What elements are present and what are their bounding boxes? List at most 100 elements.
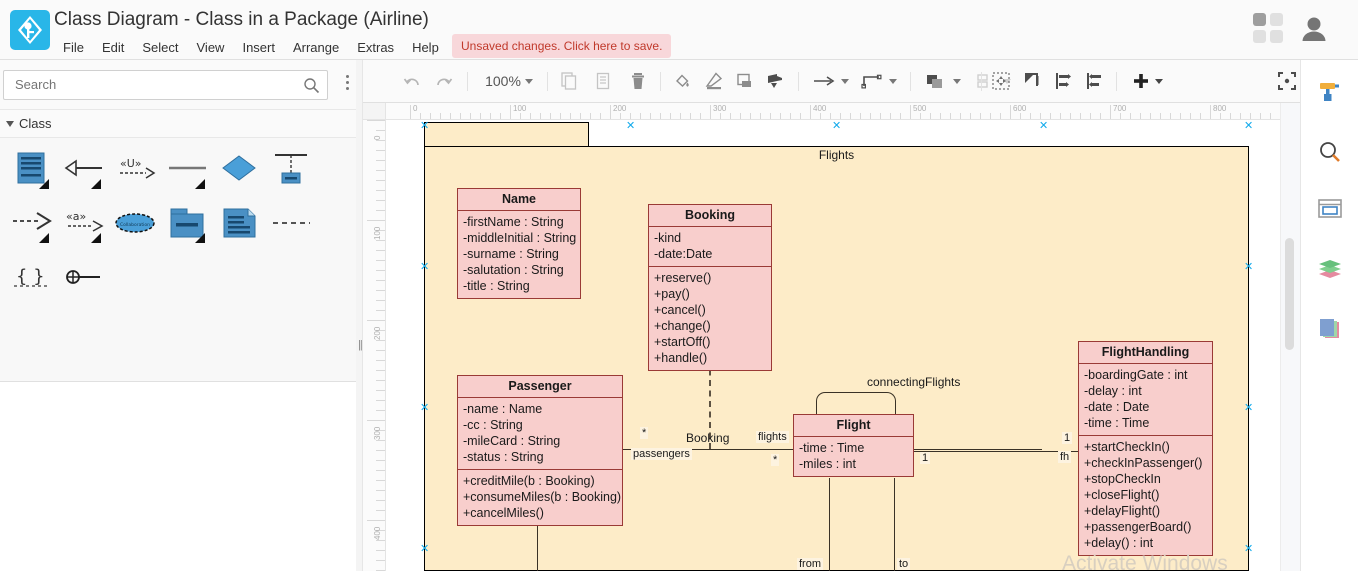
zoom-dropdown[interactable]: 100% (478, 67, 540, 95)
menu-select[interactable]: Select (133, 38, 187, 57)
shape-dashed-line[interactable] (265, 198, 317, 250)
edge-label-to[interactable]: to (897, 558, 911, 570)
toolbar-divider (981, 72, 982, 91)
edge-label-booking[interactable]: Booking (686, 431, 729, 445)
unsaved-changes-badge[interactable]: Unsaved changes. Click here to save. (452, 34, 672, 58)
selection-handle[interactable]: ✕ (1244, 262, 1253, 273)
shape-collaboration[interactable]: Collaboration (109, 198, 161, 250)
selection-handle[interactable]: ✕ (832, 121, 841, 132)
class-title: Name (458, 189, 580, 211)
fullscreen-button[interactable] (1273, 67, 1301, 95)
format-panel-icon[interactable] (1314, 76, 1346, 108)
edge-label-fh[interactable]: fh (1058, 451, 1072, 463)
selection-handle[interactable]: ✕ (626, 121, 635, 132)
class-method: +startCheckIn() (1084, 440, 1170, 454)
panel-splitter[interactable] (356, 60, 363, 571)
package-tab[interactable] (424, 122, 589, 147)
outline-panel-icon[interactable] (1314, 193, 1346, 225)
class-attributes: -kind -date:Date (649, 227, 771, 266)
undo-button[interactable] (398, 67, 426, 95)
shape-class[interactable] (5, 144, 57, 196)
fill-color-button[interactable] (669, 67, 697, 95)
class-title: Flight (794, 415, 913, 437)
class-box-flight[interactable]: Flight -time : Time -miles : int (793, 414, 914, 477)
shape-provided-interface[interactable] (57, 252, 109, 304)
menu-view[interactable]: View (188, 38, 234, 57)
selection-handle[interactable]: ✕ (420, 262, 429, 273)
class-box-passenger[interactable]: Passenger -name : Name -cc : String -mil… (457, 375, 623, 526)
selection-handle[interactable]: ✕ (420, 544, 429, 555)
selection-handle[interactable]: ✕ (1244, 544, 1253, 555)
shape-dependency-arrow[interactable] (5, 198, 57, 250)
to-front-dropdown[interactable] (919, 67, 967, 95)
insert-table-button[interactable] (1018, 67, 1046, 95)
connection-arrow-dropdown[interactable] (807, 67, 855, 95)
shape-section-header-class[interactable]: Class (0, 110, 356, 138)
shape-inheritance-arrow[interactable] (57, 144, 109, 196)
panel-splitter-grip-icon[interactable]: || (358, 339, 363, 351)
search-icon[interactable] (303, 77, 320, 94)
chevron-down-icon (889, 78, 897, 84)
class-box-name[interactable]: Name -firstName : String -middleInitial … (457, 188, 581, 299)
edge-label-connecting-flights[interactable]: connectingFlights (867, 375, 960, 389)
shape-association-line[interactable] (161, 144, 213, 196)
menu-extras[interactable]: Extras (348, 38, 403, 57)
selection-handle[interactable]: ✕ (1039, 121, 1048, 132)
shape-use-stereotype[interactable]: «U» (109, 144, 161, 196)
menu-edit[interactable]: Edit (93, 38, 133, 57)
shape-diamond[interactable] (213, 144, 265, 196)
svg-text:Collaboration: Collaboration (120, 222, 150, 228)
copy-button[interactable] (555, 67, 583, 95)
paste-button[interactable] (589, 67, 617, 95)
shape-package[interactable] (161, 198, 213, 250)
edge-label-one-handling[interactable]: 1 (1062, 432, 1073, 444)
pages-panel-icon[interactable] (1314, 313, 1346, 345)
edge-flight-flighthandling[interactable] (914, 451, 1078, 452)
insert-dropdown[interactable] (1123, 67, 1171, 95)
edge-flight-from[interactable] (829, 478, 830, 571)
selection-handle[interactable]: ✕ (420, 121, 429, 132)
search-shapes-icon[interactable] (1314, 136, 1346, 168)
redo-button[interactable] (430, 67, 458, 95)
waypoints-dropdown[interactable] (855, 67, 903, 95)
class-method: +creditMile(b : Booking) (463, 474, 595, 488)
format-painter-button[interactable] (761, 67, 789, 95)
fit-page-button[interactable] (987, 67, 1015, 95)
align-left-button[interactable] (1080, 67, 1108, 95)
search-box[interactable] (3, 70, 328, 100)
line-color-button[interactable] (700, 67, 728, 95)
search-input[interactable] (13, 76, 293, 93)
shadow-button[interactable] (731, 67, 759, 95)
edge-label-passengers[interactable]: passengers (631, 448, 692, 460)
delete-button[interactable] (624, 67, 652, 95)
canvas-scrollbar-thumb[interactable] (1285, 238, 1294, 350)
selection-handle[interactable]: ✕ (1244, 121, 1253, 132)
menu-insert[interactable]: Insert (233, 38, 284, 57)
more-options-icon[interactable] (340, 73, 356, 97)
align-right-button[interactable] (1049, 67, 1077, 95)
diagram-canvas[interactable]: Flights Name -firstName : String -middle… (386, 120, 1280, 571)
edge-label-from[interactable]: from (797, 558, 823, 570)
selection-handle[interactable]: ✕ (420, 403, 429, 414)
apps-grid-icon[interactable] (1253, 13, 1285, 45)
edge-label-star-passengers[interactable]: * (640, 427, 649, 439)
shape-note[interactable] (213, 198, 265, 250)
shape-panel-empty-area (0, 382, 356, 571)
user-avatar-icon[interactable] (1296, 11, 1332, 47)
shape-object-link[interactable] (265, 144, 317, 196)
layers-panel-icon[interactable] (1314, 253, 1346, 285)
selection-handle[interactable]: ✕ (1244, 403, 1253, 414)
edge-label-star-flights[interactable]: * (771, 454, 780, 466)
shape-access-stereotype[interactable]: «a» (57, 198, 109, 250)
class-box-booking[interactable]: Booking -kind -date:Date +reserve() +pay… (648, 204, 772, 371)
class-attributes: -time : Time -miles : int (794, 437, 913, 476)
edge-flight-to[interactable] (894, 478, 895, 571)
menu-help[interactable]: Help (403, 38, 448, 57)
menu-arrange[interactable]: Arrange (284, 38, 348, 57)
menu-file[interactable]: File (54, 38, 93, 57)
class-box-flighthandling[interactable]: FlightHandling -boardingGate : int -dela… (1078, 341, 1213, 556)
edge-label-one-flight[interactable]: 1 (920, 452, 931, 464)
shape-constraint-braces[interactable]: { } (5, 252, 57, 304)
zoom-level-label: 100% (485, 73, 521, 89)
edge-label-flights[interactable]: flights (756, 431, 789, 443)
